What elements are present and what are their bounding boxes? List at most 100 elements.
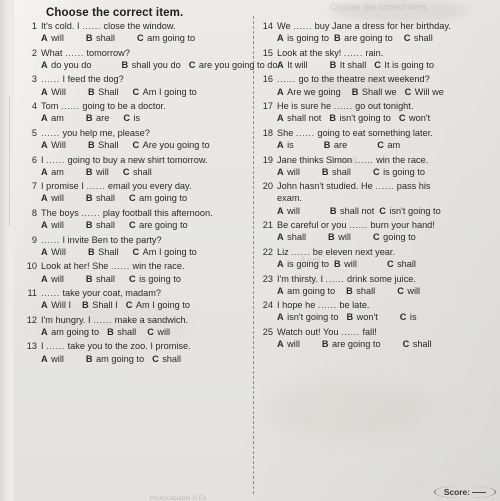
answer-option-b[interactable]: B Shall [88, 246, 119, 259]
answer-blank[interactable]: ...... [318, 300, 337, 310]
answer-option-c[interactable]: Cwon't [399, 112, 430, 125]
answer-blank[interactable]: ...... [344, 48, 363, 58]
answer-option-b[interactable]: B Shall [88, 139, 119, 152]
answer-option-c[interactable]: Cshall [152, 353, 181, 366]
answer-option-c[interactable]: Cisn't going to [379, 205, 440, 218]
answer-option-a[interactable]: Ado you do [41, 59, 92, 72]
answer-option-a[interactable]: Aam [41, 112, 64, 125]
answer-option-b[interactable]: Bisn't going to [329, 112, 390, 125]
answer-option-c[interactable]: Cam going to [129, 192, 187, 205]
answer-option-b[interactable]: Bshall you do [122, 59, 181, 72]
answer-option-c[interactable]: C Am I going to [133, 246, 197, 259]
answer-blank[interactable]: ...... [41, 128, 60, 138]
answer-option-c[interactable]: Cshall [387, 258, 416, 271]
answer-option-b[interactable]: B Shall I [82, 299, 118, 312]
answer-blank[interactable]: ...... [277, 74, 296, 84]
answer-option-b[interactable]: Bare going to [334, 32, 393, 45]
answer-blank[interactable]: ...... [296, 128, 315, 138]
answer-option-b[interactable]: Bshall [107, 326, 136, 339]
answer-option-c[interactable]: Care going to [129, 219, 188, 232]
answer-option-a[interactable]: A It will [277, 59, 308, 72]
answer-option-b[interactable]: Bshall [86, 192, 115, 205]
answer-option-b[interactable]: Bshall [346, 285, 375, 298]
answer-option-a[interactable]: Ais [277, 139, 294, 152]
answer-blank[interactable]: ...... [334, 101, 353, 111]
answer-option-c[interactable]: Cwill [397, 285, 420, 298]
answer-option-b[interactable]: Bshall [86, 32, 115, 45]
answer-option-a[interactable]: Ais going to [277, 32, 329, 45]
answer-blank[interactable]: ...... [291, 247, 310, 257]
answer-option-c[interactable]: Cis going to [373, 166, 425, 179]
answer-blank[interactable]: ...... [81, 208, 100, 218]
answer-option-a[interactable]: Aisn't going to [277, 311, 338, 324]
answer-blank[interactable]: ...... [86, 181, 105, 191]
answer-option-c[interactable]: Cis [400, 311, 417, 324]
option-letter: B [107, 326, 114, 337]
answer-option-a[interactable]: Awill [41, 192, 64, 205]
answer-option-a[interactable]: Ais going to [277, 258, 329, 271]
answer-blank[interactable]: ...... [355, 155, 374, 165]
answer-option-b[interactable]: Bwill [328, 231, 351, 244]
answer-blank[interactable]: ...... [82, 21, 101, 31]
answer-option-b[interactable]: Bwill [334, 258, 357, 271]
answer-blank[interactable]: ...... [65, 48, 84, 58]
answer-option-a[interactable]: Awill [41, 273, 64, 286]
answer-option-a[interactable]: A Will [41, 139, 66, 152]
answer-option-a[interactable]: Aam [41, 166, 64, 179]
answer-option-a[interactable]: A Will [41, 86, 66, 99]
answer-blank[interactable]: ...... [41, 235, 60, 245]
answer-option-c[interactable]: Cam [377, 139, 400, 152]
answer-option-c[interactable]: Cshall [404, 32, 433, 45]
answer-option-c[interactable]: C Am I going to [126, 299, 190, 312]
answer-option-b[interactable]: Bwon't [346, 311, 377, 324]
answer-blank[interactable]: ...... [341, 327, 360, 337]
answer-option-c[interactable]: Cam going to [137, 32, 195, 45]
answer-option-a[interactable]: Ashall [277, 231, 306, 244]
answer-option-b[interactable]: B It shall [330, 59, 367, 72]
answer-blank[interactable]: ...... [111, 261, 130, 271]
answer-option-c[interactable]: C Am I going to [133, 86, 197, 99]
answer-option-b[interactable]: Bshall not [330, 205, 374, 218]
answer-option-a[interactable]: Awill [41, 32, 64, 45]
answer-option-b[interactable]: Bshall [322, 166, 351, 179]
answer-option-b[interactable]: Bshall [86, 219, 115, 232]
answer-option-c[interactable]: Cshall [403, 338, 432, 351]
answer-blank[interactable]: ...... [93, 315, 112, 325]
answer-option-a[interactable]: Awill [277, 205, 300, 218]
answer-option-a[interactable]: Awill [277, 338, 300, 351]
answer-option-a[interactable]: Awill [41, 353, 64, 366]
answer-blank[interactable]: ...... [61, 101, 80, 111]
answer-option-b[interactable]: Bwill [86, 166, 109, 179]
answer-option-c[interactable]: C Will we [405, 86, 444, 99]
answer-blank[interactable]: ...... [41, 288, 60, 298]
answer-option-a[interactable]: Ashall not [277, 112, 321, 125]
answer-option-c[interactable]: C It is going to [374, 59, 434, 72]
answer-option-a[interactable]: Aam going to [41, 326, 99, 339]
answer-option-b[interactable]: B Shall we [352, 86, 397, 99]
answer-option-a[interactable]: A Will [41, 246, 66, 259]
answer-option-b[interactable]: Bare [86, 112, 109, 125]
answer-option-b[interactable]: B Shall [88, 86, 119, 99]
answer-option-c[interactable]: Cgoing to [373, 231, 416, 244]
answer-option-a[interactable]: Aam going to [277, 285, 335, 298]
answer-blank[interactable]: ...... [46, 341, 65, 351]
answer-option-b[interactable]: Bshall [86, 273, 115, 286]
answer-option-c[interactable]: Cis going to [129, 273, 181, 286]
answer-option-c[interactable]: C Are you going to [133, 139, 210, 152]
answer-blank[interactable]: ...... [41, 74, 60, 84]
answer-option-a[interactable]: A Will I [41, 299, 71, 312]
answer-option-b[interactable]: Bare going to [322, 338, 381, 351]
answer-option-a[interactable]: Awill [41, 219, 64, 232]
answer-option-b[interactable]: Bare [324, 139, 347, 152]
answer-option-a[interactable]: Awill [277, 166, 300, 179]
answer-blank[interactable]: ...... [375, 181, 394, 191]
answer-option-c[interactable]: Cis [123, 112, 140, 125]
answer-blank[interactable]: ...... [349, 220, 368, 230]
answer-option-a[interactable]: A Are we going [277, 86, 341, 99]
answer-option-c[interactable]: Cwill [147, 326, 170, 339]
answer-blank[interactable]: ...... [46, 155, 65, 165]
answer-option-b[interactable]: Bam going to [86, 353, 144, 366]
answer-option-c[interactable]: Cshall [123, 166, 152, 179]
answer-blank[interactable]: ...... [293, 21, 312, 31]
answer-blank[interactable]: ...... [326, 274, 345, 284]
